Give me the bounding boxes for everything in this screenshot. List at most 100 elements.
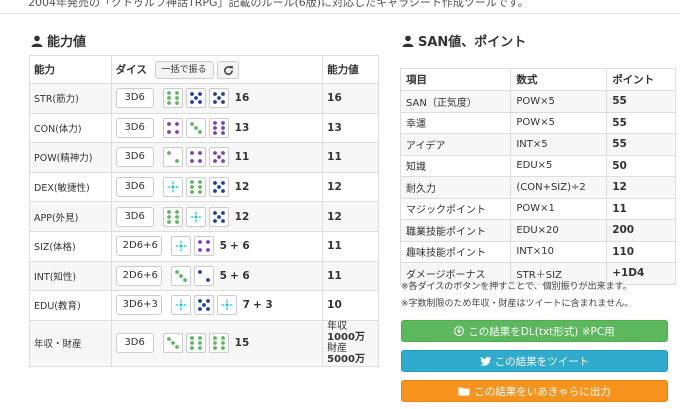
page-content: 能力値 能力 ダイス 一括で振る 能力値 STR(筋力) 3D6 16 16 CON(体…	[0, 14, 680, 409]
die-face-6[interactable]	[208, 333, 229, 354]
ability-dice-cell: 2D6+6 5 + 6	[110, 230, 324, 262]
roll-dice-button[interactable]: 2D6+6	[115, 265, 162, 286]
san-title: SAN値、ポイント	[418, 35, 527, 50]
ability-row: STR(筋力) 3D6 16 16	[29, 83, 379, 114]
die-face-5[interactable]	[193, 295, 214, 316]
dice-group: 3D6 11	[115, 147, 318, 168]
ability-value: 10	[322, 290, 379, 321]
ability-row: EDU(教育) 3D6+3 7 + 3 10	[29, 290, 379, 321]
ability-row: 年収・財産 3D6 15 年収 1000万 財産 5000万	[29, 319, 379, 367]
san-row: マジックポイント POW×1 11	[399, 197, 676, 220]
ability-name: POW(精神力)	[29, 142, 112, 173]
roll-dice-button[interactable]: 3D6+3	[115, 295, 162, 316]
ability-table: 能力 ダイス 一括で振る 能力値 STR(筋力) 3D6 16 16 CON(体力) 3D…	[29, 55, 379, 367]
die-face-2[interactable]	[162, 147, 183, 168]
san-points: 55	[606, 111, 676, 134]
download-button[interactable]: この結果をDL(txt形式) ※PC用	[401, 320, 668, 342]
wealth-values: 年収 1000万 財産 5000万	[327, 321, 374, 365]
san-row: 幸運 POW×5 55	[399, 111, 676, 134]
die-face-5[interactable]	[208, 206, 229, 227]
die-face-5[interactable]	[208, 177, 229, 198]
die-face-3[interactable]	[162, 333, 183, 354]
assets-label: 財産	[327, 343, 348, 355]
roll-dice-button[interactable]: 3D6	[115, 333, 154, 354]
die-face-5[interactable]	[185, 88, 206, 109]
ability-dice-cell: 3D6+3 7 + 3	[110, 290, 324, 321]
ability-dice-cell: 3D6 12	[110, 171, 324, 203]
san-item: 知識	[399, 154, 512, 177]
roll-total: 16	[234, 92, 250, 105]
die-face-3[interactable]	[185, 117, 206, 138]
header-value: 能力値	[322, 55, 379, 84]
ability-header-row: 能力 ダイス 一括で振る 能力値	[29, 55, 379, 84]
roll-dice-button[interactable]: 3D6	[115, 117, 154, 138]
die-face-1[interactable]	[170, 295, 191, 316]
twitter-icon	[480, 356, 491, 366]
note-individual-roll: ※各ダイスのボタンを押すことで、個別振りが出来ます。	[401, 282, 632, 292]
san-formula: INT×5	[510, 133, 608, 156]
die-face-5[interactable]	[208, 147, 229, 168]
ability-name: DEX(敏捷性)	[29, 171, 112, 203]
san-formula: POW×5	[510, 90, 608, 113]
header-dice-label: ダイス	[115, 63, 147, 76]
die-face-2[interactable]	[193, 265, 214, 286]
roll-dice-button[interactable]: 2D6+6	[115, 236, 162, 257]
ability-value: 12	[322, 201, 379, 232]
dice-group: 3D6+3 7 + 3	[115, 295, 318, 316]
die-face-6[interactable]	[208, 117, 229, 138]
san-row: アイデア INT×5 55	[399, 133, 676, 156]
die-face-3[interactable]	[170, 265, 191, 286]
roll-all-button[interactable]: 一括で振る	[154, 60, 214, 79]
san-item: 耐久力	[399, 176, 512, 199]
die-face-6[interactable]	[185, 333, 206, 354]
die-face-1[interactable]	[162, 177, 183, 198]
san-row: SAN（正気度） POW×5 55	[399, 90, 676, 113]
san-item: 職業技能ポイント	[399, 219, 512, 242]
san-row: 耐久力 (CON+SIZ)÷2 12	[399, 176, 676, 199]
roll-dice-button[interactable]: 3D6	[115, 147, 154, 168]
roll-dice-button[interactable]: 3D6	[115, 88, 154, 109]
die-face-6[interactable]	[162, 206, 183, 227]
ability-value: 12	[322, 171, 379, 203]
tweet-button[interactable]: この結果をツイート	[401, 350, 668, 372]
san-header-formula: 数式	[510, 68, 608, 91]
san-points: 50	[606, 154, 676, 177]
die-face-6[interactable]	[162, 88, 183, 109]
die-face-5[interactable]	[208, 88, 229, 109]
ability-section-title: 能力値	[31, 31, 86, 50]
dice-group: 3D6 15	[115, 333, 318, 354]
download-label: この結果をDL(txt形式) ※PC用	[468, 325, 615, 338]
roll-total: 5	[219, 269, 227, 282]
ability-name: 年収・財産	[29, 319, 112, 367]
san-points: 200	[606, 219, 676, 242]
ability-title: 能力値	[47, 35, 87, 50]
ability-value: 11	[322, 260, 379, 292]
roll-total: 7	[242, 299, 250, 312]
roll-total: 11	[234, 151, 250, 164]
die-face-4[interactable]	[162, 117, 183, 138]
ability-row: POW(精神力) 3D6 11 11	[29, 142, 379, 173]
ability-row: INT(知性) 2D6+6 5 + 6 11	[29, 260, 379, 292]
roll-dice-button[interactable]: 3D6	[115, 177, 154, 198]
ability-row: SIZ(体格) 2D6+6 5 + 6 11	[29, 230, 379, 262]
export-button[interactable]: この結果をいあきゃらに出力	[401, 380, 668, 402]
san-points: 110	[606, 240, 676, 263]
ability-name: EDU(教育)	[29, 290, 112, 321]
die-face-1[interactable]	[170, 236, 191, 257]
die-face-4[interactable]	[185, 147, 206, 168]
die-face-4[interactable]	[193, 236, 214, 257]
die-face-1[interactable]	[216, 295, 237, 316]
roll-dice-button[interactable]: 3D6	[115, 206, 154, 227]
die-face-6[interactable]	[185, 177, 206, 198]
ability-name: STR(筋力)	[29, 83, 112, 114]
export-label: この結果をいあきゃらに出力	[474, 385, 611, 398]
ability-row: CON(体力) 3D6 13 13	[29, 112, 379, 144]
ability-name: SIZ(体格)	[29, 230, 112, 262]
die-face-1[interactable]	[185, 206, 206, 227]
roll-modifier: + 6	[229, 269, 250, 282]
intro-text: 2004年発売の「クトゥルフ神話TRPG」記載のルール(6版)に対応したキャラシ…	[28, 0, 529, 9]
ability-name: INT(知性)	[29, 260, 112, 292]
header-name: 能力	[29, 55, 112, 84]
reroll-button[interactable]	[217, 60, 240, 79]
user-icon	[31, 35, 43, 47]
